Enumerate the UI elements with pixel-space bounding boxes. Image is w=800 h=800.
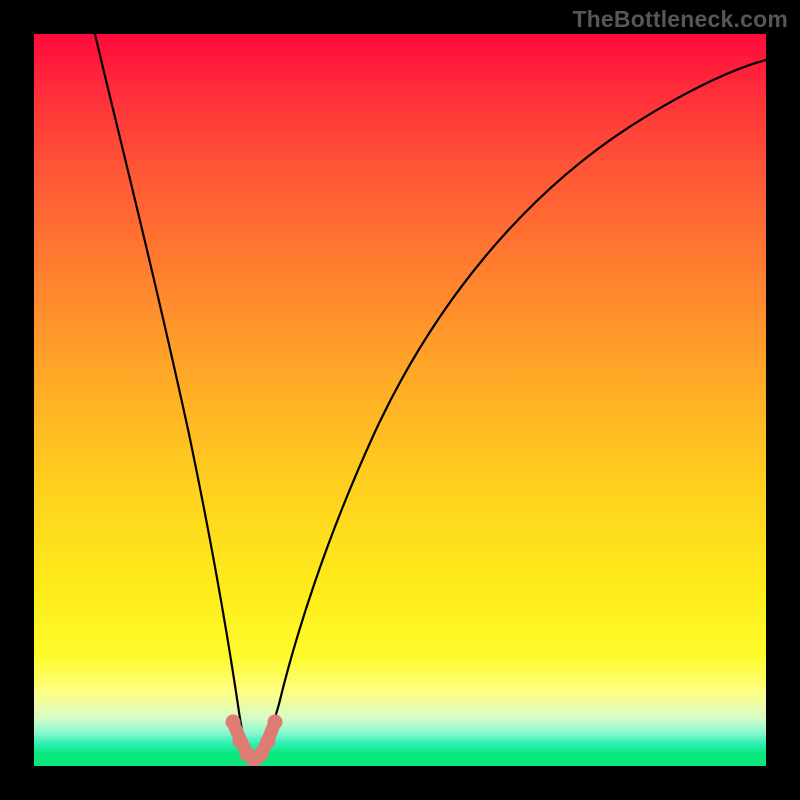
highlight-dot [233,734,248,749]
highlight-dot [254,747,269,762]
watermark-text: TheBottleneck.com [572,6,788,33]
highlight-dot [261,734,276,749]
curve-svg [34,34,766,766]
highlight-dot [226,715,241,730]
plot-area [34,34,766,766]
highlight-dot [268,715,283,730]
bottleneck-curve [95,34,766,761]
